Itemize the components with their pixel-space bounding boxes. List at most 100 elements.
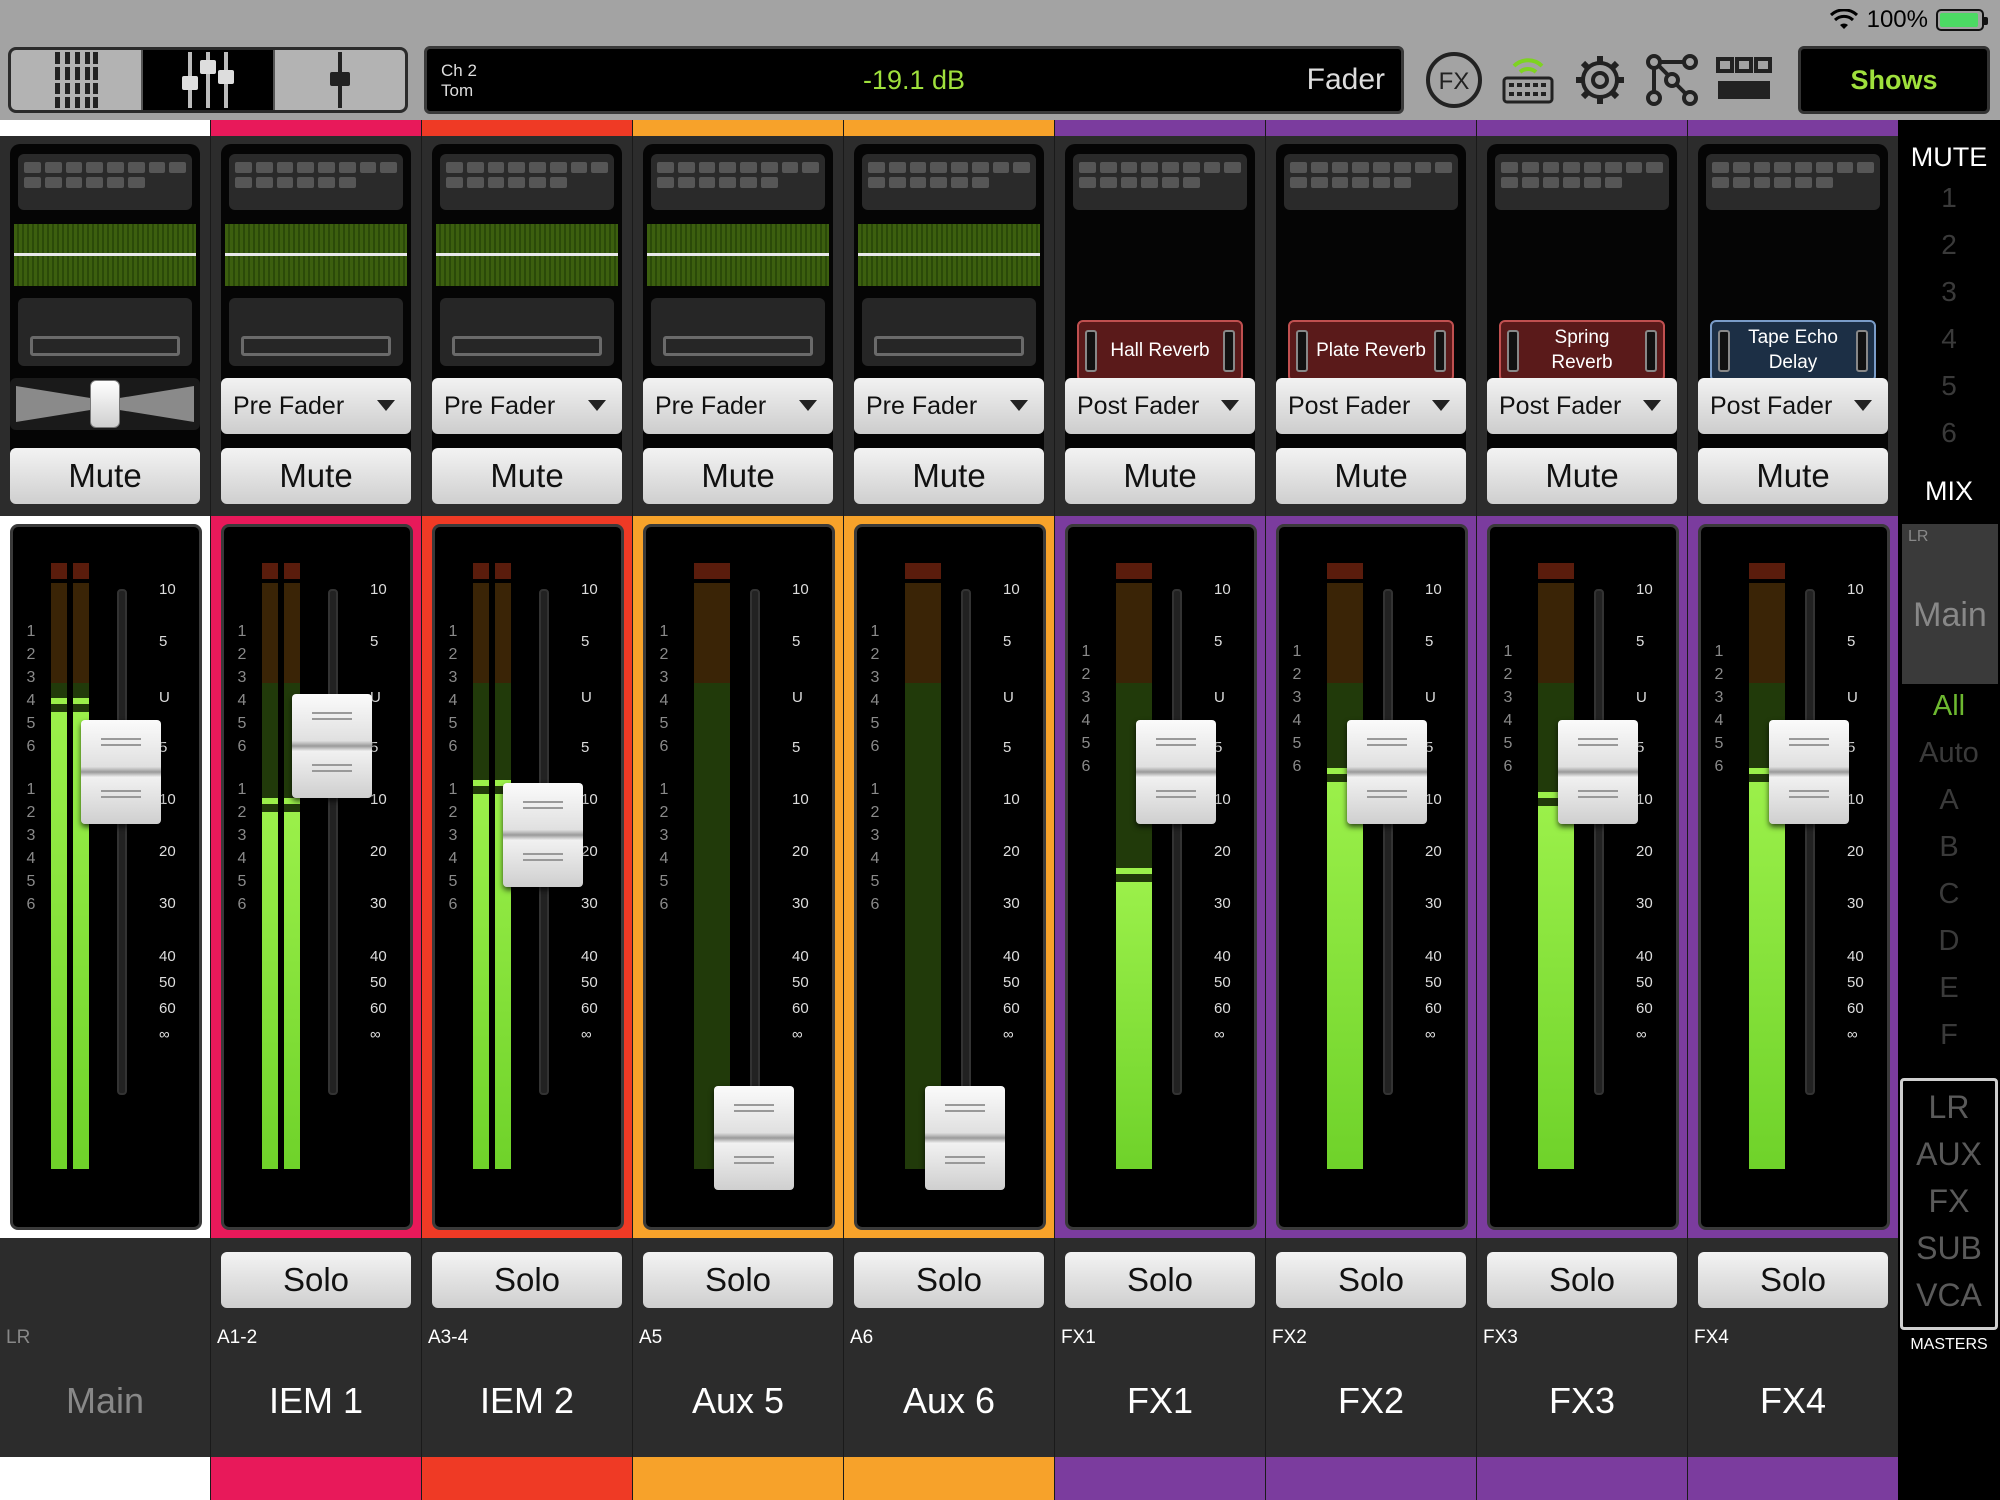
hpf-graph[interactable] (858, 224, 1040, 286)
masters-lr[interactable]: LR (1903, 1089, 1995, 1126)
mix-group-auto[interactable]: Auto (1898, 737, 2000, 770)
fader-knob[interactable] (292, 693, 372, 798)
masters-vca[interactable]: VCA (1903, 1277, 1995, 1314)
fx-slot[interactable]: Spring Reverb (1499, 320, 1665, 382)
solo-button[interactable]: Solo (1276, 1252, 1466, 1308)
dynamics-slot[interactable] (440, 298, 614, 366)
fader-track[interactable] (1805, 589, 1815, 1095)
mute-button[interactable]: Mute (854, 448, 1044, 504)
hpf-graph[interactable] (436, 224, 618, 286)
fader-track[interactable] (117, 589, 127, 1095)
eq-graph[interactable] (1284, 154, 1458, 210)
solo-button[interactable]: Solo (1487, 1252, 1677, 1308)
mute-button[interactable]: Mute (432, 448, 622, 504)
fader-track[interactable] (1383, 589, 1393, 1095)
strip-name[interactable]: FX2 (1266, 1380, 1476, 1422)
fx-slot[interactable]: Plate Reverb (1288, 320, 1454, 382)
fader-knob[interactable] (1347, 720, 1427, 825)
hpf-graph[interactable] (14, 224, 196, 286)
mute-button[interactable]: Mute (10, 448, 200, 504)
send-position-dropdown[interactable]: Pre Fader (643, 378, 833, 434)
mix-group-e[interactable]: E (1898, 972, 2000, 1005)
strip-name[interactable]: Aux 6 (844, 1380, 1054, 1422)
fader-track[interactable] (961, 589, 971, 1095)
solo-button[interactable]: Solo (643, 1252, 833, 1308)
shows-button[interactable]: Shows (1798, 46, 1990, 114)
solo-button[interactable]: Solo (432, 1252, 622, 1308)
mute-button[interactable]: Mute (1487, 448, 1677, 504)
eq-graph[interactable] (862, 154, 1036, 210)
eq-graph[interactable] (18, 154, 192, 210)
hpf-graph[interactable] (647, 224, 829, 286)
dynamics-slot[interactable] (229, 298, 403, 366)
mixer-view-button[interactable] (143, 50, 275, 110)
mute-group-4[interactable]: 4 (1898, 323, 2000, 355)
eq-graph[interactable] (1706, 154, 1880, 210)
eq-graph[interactable] (440, 154, 614, 210)
strip-name[interactable]: IEM 1 (211, 1380, 421, 1422)
channel-grid-view-button[interactable] (11, 50, 143, 110)
masters-fx[interactable]: FX (1903, 1183, 1995, 1220)
strip-name[interactable]: Aux 5 (633, 1380, 843, 1422)
mute-button[interactable]: Mute (643, 448, 833, 504)
mute-group-1[interactable]: 1 (1898, 182, 2000, 214)
pan-knob[interactable] (90, 380, 120, 428)
eq-graph[interactable] (1073, 154, 1247, 210)
fader-knob[interactable] (1558, 720, 1638, 825)
eq-graph[interactable] (229, 154, 403, 210)
mute-button[interactable]: Mute (1276, 448, 1466, 504)
solo-button[interactable]: Solo (854, 1252, 1044, 1308)
mute-group-3[interactable]: 3 (1898, 276, 2000, 308)
single-fader-view-button[interactable] (275, 50, 405, 110)
fader-knob[interactable] (1136, 720, 1216, 825)
strip-name[interactable]: FX3 (1477, 1380, 1687, 1422)
hpf-graph[interactable] (225, 224, 407, 286)
fx-button[interactable]: FX (1424, 50, 1484, 110)
strip-name[interactable]: Main (0, 1380, 210, 1422)
masters-sub[interactable]: SUB (1903, 1230, 1995, 1267)
processing-panel[interactable] (10, 144, 200, 484)
mute-button[interactable]: Mute (221, 448, 411, 504)
patch-button[interactable] (1642, 50, 1702, 110)
mix-main-button[interactable]: LR Main (1902, 524, 1998, 684)
send-position-dropdown[interactable]: Post Fader (1487, 378, 1677, 434)
masters-aux[interactable]: AUX (1903, 1136, 1995, 1173)
eq-graph[interactable] (1495, 154, 1669, 210)
wireless-keyboard-button[interactable] (1498, 50, 1558, 110)
mix-group-a[interactable]: A (1898, 784, 2000, 817)
mix-group-c[interactable]: C (1898, 878, 2000, 911)
fx-slot[interactable]: Hall Reverb (1077, 320, 1243, 382)
mix-group-all[interactable]: All (1898, 690, 2000, 723)
layout-button[interactable] (1714, 50, 1774, 110)
fader-knob[interactable] (925, 1086, 1005, 1191)
send-position-dropdown[interactable]: Pre Fader (221, 378, 411, 434)
fader-track[interactable] (1172, 589, 1182, 1095)
strip-name[interactable]: FX1 (1055, 1380, 1265, 1422)
mute-group-6[interactable]: 6 (1898, 417, 2000, 449)
fx-slot[interactable]: Tape Echo Delay (1710, 320, 1876, 382)
fader-track[interactable] (1594, 589, 1604, 1095)
mix-group-f[interactable]: F (1898, 1019, 2000, 1052)
mix-group-b[interactable]: B (1898, 831, 2000, 864)
send-position-dropdown[interactable]: Post Fader (1276, 378, 1466, 434)
fader-knob[interactable] (714, 1086, 794, 1191)
strip-name[interactable]: IEM 2 (422, 1380, 632, 1422)
mix-group-d[interactable]: D (1898, 925, 2000, 958)
eq-graph[interactable] (651, 154, 825, 210)
send-position-dropdown[interactable]: Post Fader (1065, 378, 1255, 434)
strip-name[interactable]: FX4 (1688, 1380, 1898, 1422)
fader-track[interactable] (750, 589, 760, 1095)
solo-button[interactable]: Solo (1065, 1252, 1255, 1308)
send-position-dropdown[interactable]: Pre Fader (854, 378, 1044, 434)
settings-button[interactable] (1570, 50, 1630, 110)
send-position-dropdown[interactable]: Post Fader (1698, 378, 1888, 434)
fader-knob[interactable] (81, 720, 161, 825)
mute-group-5[interactable]: 5 (1898, 370, 2000, 402)
solo-button[interactable]: Solo (1698, 1252, 1888, 1308)
dynamics-slot[interactable] (18, 298, 192, 366)
mute-group-2[interactable]: 2 (1898, 229, 2000, 261)
fader-knob[interactable] (503, 782, 583, 887)
fader-track[interactable] (328, 589, 338, 1095)
dynamics-slot[interactable] (862, 298, 1036, 366)
pan-slider[interactable] (10, 378, 200, 430)
